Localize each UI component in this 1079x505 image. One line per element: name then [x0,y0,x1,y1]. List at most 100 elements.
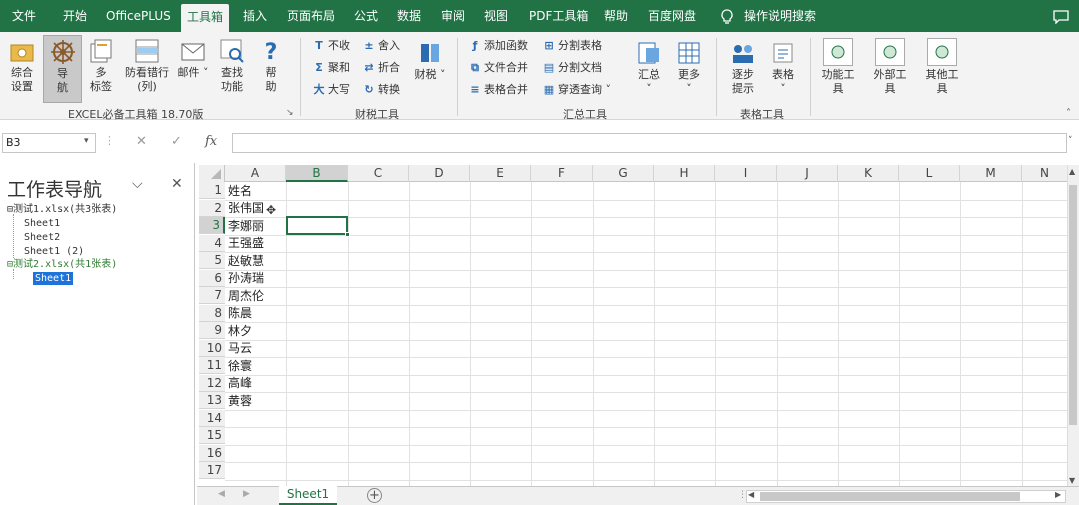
finance-item-4[interactable]: ⇄ 折合 [362,59,400,77]
row-header[interactable]: 3 [199,217,225,234]
menu-insert[interactable]: 插入 [243,0,267,32]
collapse-ribbon-icon[interactable]: ˄ [1066,108,1071,119]
summary-item-split-doc[interactable]: ▤ 分割文档 [542,59,602,77]
comment-icon[interactable] [1053,0,1069,32]
menu-toolbox[interactable]: 工具箱 [181,4,230,32]
comprehensive-settings-button[interactable]: 综合 设置 [4,38,40,102]
menu-help[interactable]: 帮助 [604,0,628,32]
cell-a8[interactable]: 陈晨 [226,305,252,322]
tab-next-icon[interactable]: ▶ [243,489,250,499]
table-button[interactable]: 表格 ˅ [766,40,800,102]
close-icon[interactable]: ✕ [171,176,183,192]
step-prompt-button[interactable]: 逐步 提示 [726,40,760,102]
find-function-button[interactable]: 查找 功能 [216,38,248,102]
namebox-dropdown-icon[interactable]: ▾ [84,136,89,146]
summary-item-merge-files[interactable]: ⧉ 文件合并 [468,59,528,77]
row-header[interactable]: 15 [199,427,225,444]
cell-a9[interactable]: 林夕 [226,323,252,340]
finance-item-5[interactable]: 大大写 [312,81,351,99]
cell-a7[interactable]: 周杰伦 [226,288,264,305]
row-header[interactable]: 1 [199,182,225,199]
cell-a12[interactable]: 高峰 [226,375,252,392]
column-header[interactable]: H [654,165,715,182]
column-header[interactable]: N [1022,165,1067,182]
scroll-up-icon[interactable]: ▲ [1069,167,1075,176]
function-tools-button[interactable]: 功能工 具 [818,38,858,102]
row-header[interactable]: 10 [199,339,225,357]
column-header-selected[interactable]: B [286,165,348,182]
cell-a1[interactable]: 姓名 [226,183,252,200]
tree-sheet-selected[interactable]: Sheet1 [33,272,74,285]
menu-page-layout[interactable]: 页面布局 [287,0,335,32]
dialog-launcher-icon[interactable]: ↘ [286,108,294,118]
active-cell-b3[interactable] [286,216,348,235]
insert-function-icon[interactable]: fx [205,134,217,149]
finance-item-3[interactable]: Σ 聚和 [312,59,350,77]
sheet-tab-sheet1[interactable]: Sheet1 [279,486,337,505]
row-header[interactable]: 7 [199,287,225,304]
column-header[interactable]: I [715,165,777,182]
cell-a3[interactable]: 李娜丽 [226,218,264,235]
external-tools-button[interactable]: 外部工 具 [870,38,910,102]
tree-sheet[interactable]: Sheet2 [24,231,60,244]
select-all-corner[interactable] [199,165,225,182]
column-header[interactable]: E [470,165,531,182]
scroll-down-icon[interactable]: ▼ [1069,476,1075,485]
menu-file[interactable]: 文件 [12,0,36,32]
row-header[interactable]: 13 [199,392,225,409]
anti-misread-button[interactable]: 防看错行 (列) [122,38,172,102]
expand-formula-icon[interactable]: ˅ [1068,136,1073,146]
menu-home[interactable]: 开始 [63,0,87,32]
tree-sheet[interactable]: Sheet1 (2) [24,245,84,258]
mail-button[interactable]: 邮件 ˅ [176,38,210,102]
column-header[interactable]: J [777,165,838,182]
menu-data[interactable]: 数据 [397,0,421,32]
row-header[interactable]: 11 [199,357,225,374]
horizontal-scroll-thumb[interactable] [760,492,1020,501]
column-header[interactable]: G [593,165,654,182]
cell-a5[interactable]: 赵敏慧 [226,253,264,270]
row-header[interactable]: 5 [199,252,225,269]
row-header[interactable]: 2 [199,199,225,217]
finance-item-6[interactable]: ↻ 转换 [362,81,400,99]
column-header[interactable]: D [409,165,470,182]
chevron-down-icon[interactable]: ⌵ [132,176,143,192]
summary-item-merge-tables[interactable]: ≡ 表格合并 [468,81,528,99]
row-header[interactable]: 4 [199,234,225,252]
column-header[interactable]: A [225,165,286,182]
column-header[interactable]: M [960,165,1022,182]
column-header[interactable]: K [838,165,899,182]
tree-file-1[interactable]: ⊟测试1.xlsx(共3张表) [7,203,117,216]
summary-item-split-table[interactable]: ⊞ 分割表格 [542,37,602,55]
navigation-button[interactable]: 导 航 [43,35,82,103]
column-header[interactable]: F [531,165,593,182]
row-header[interactable]: 9 [199,322,225,339]
cell-a6[interactable]: 孙涛瑞 [226,270,264,287]
other-tools-button[interactable]: 其他工 具 [922,38,962,102]
row-header[interactable]: 12 [199,374,225,392]
finance-item-2[interactable]: ± 舍入 [362,37,400,55]
scroll-left-icon[interactable]: ◀ [748,490,754,499]
menu-review[interactable]: 审阅 [441,0,465,32]
add-sheet-button[interactable]: + [367,488,382,503]
cancel-icon[interactable]: ✕ [136,134,147,149]
row-header[interactable]: 6 [199,269,225,287]
confirm-icon[interactable]: ✓ [171,134,182,149]
row-header[interactable]: 14 [199,409,225,427]
finance-item-1[interactable]: T 不收 [312,37,350,55]
tree-sheet[interactable]: Sheet1 [24,217,60,230]
tab-prev-icon[interactable]: ◀ [218,489,225,499]
menu-officeplus[interactable]: OfficePLUS [106,0,171,32]
menu-view[interactable]: 视图 [484,0,508,32]
finance-dropdown-button[interactable]: 财税 ˅ [412,40,448,102]
cell-a11[interactable]: 徐寰 [226,358,252,375]
summary-button[interactable]: 汇总 ˅ [633,40,665,102]
multi-tab-button[interactable]: 多 标签 [86,38,116,102]
tree-file-2[interactable]: ⊟测试2.xlsx(共1张表) [7,258,117,271]
row-header[interactable]: 17 [199,462,225,479]
row-header[interactable]: 8 [199,304,225,322]
name-box[interactable]: B3 [2,133,96,153]
cell-a2[interactable]: 张伟国 [226,200,264,217]
menu-baidu-netdisk[interactable]: 百度网盘 [648,0,696,32]
formula-input[interactable] [232,133,1067,153]
